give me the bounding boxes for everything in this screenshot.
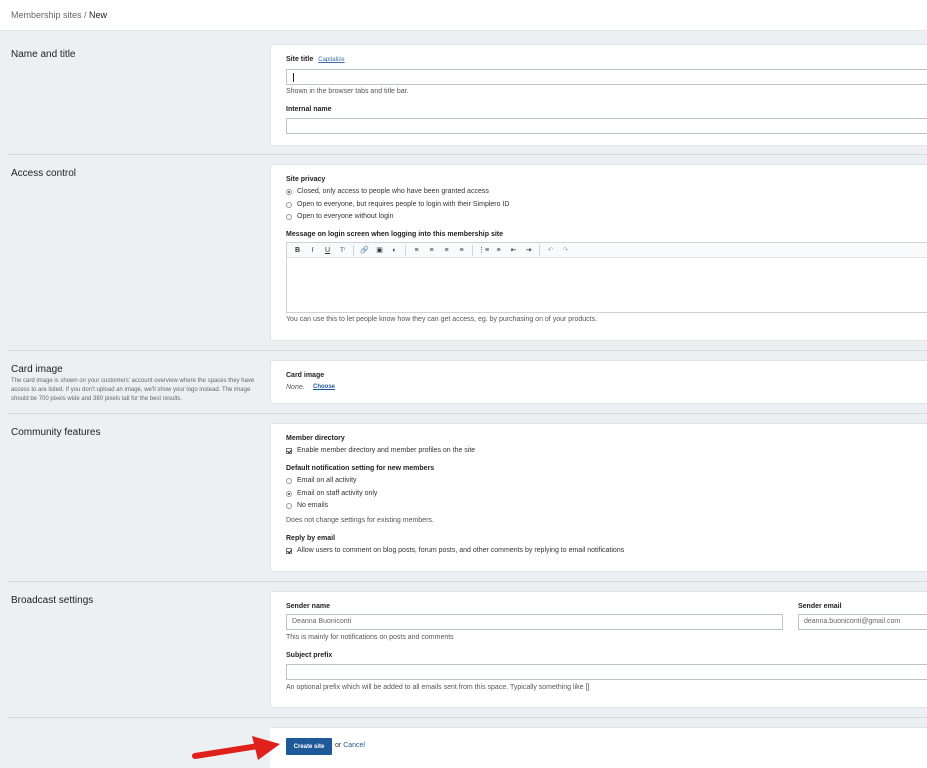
editor-hint: You can use this to let people know how … <box>286 316 598 323</box>
card-image-card: Card image None. Choose <box>270 360 927 404</box>
redo-icon[interactable]: ↷ <box>558 244 573 257</box>
outdent-icon[interactable]: ⇤ <box>506 244 521 257</box>
internal-name-input[interactable] <box>286 118 927 134</box>
text-size-icon[interactable]: Tⁱ <box>335 244 350 257</box>
image-icon[interactable]: ▣ <box>372 244 387 257</box>
name-title-card: Site title Capitalize Shown in the browse… <box>270 44 927 146</box>
align-left-icon[interactable]: ≡ <box>409 244 424 257</box>
align-justify-icon[interactable]: ≡ <box>454 244 469 257</box>
toolbar-divider <box>472 244 473 256</box>
undo-icon[interactable]: ↶ <box>543 244 558 257</box>
choose-image-link[interactable]: Choose <box>313 384 335 390</box>
color-icon[interactable]: ◐ <box>387 244 402 257</box>
sender-email-label: Sender email <box>798 603 842 610</box>
radio-icon[interactable] <box>286 477 292 484</box>
community-card: Member directory Enable member directory… <box>270 423 927 572</box>
member-directory-checkbox[interactable]: Enable member directory and member profi… <box>286 447 475 454</box>
section-title-access: Access control <box>11 168 77 179</box>
align-center-icon[interactable]: ≡ <box>424 244 439 257</box>
site-privacy-label: Site privacy <box>286 176 326 183</box>
radio-selected-icon[interactable] <box>286 188 292 195</box>
checkbox-checked-icon[interactable] <box>286 547 292 554</box>
site-title-label: Site title Capitalize <box>286 56 345 63</box>
section-title-broadcast: Broadcast settings <box>11 595 94 606</box>
internal-name-label: Internal name <box>286 106 332 113</box>
toolbar-divider <box>539 244 540 256</box>
underline-icon[interactable]: U <box>320 244 335 257</box>
notification-setting-label: Default notification setting for new mem… <box>286 465 435 472</box>
arrow-head <box>252 736 280 760</box>
toolbar-divider <box>405 244 406 256</box>
radio-icon[interactable] <box>286 213 292 220</box>
privacy-option-login[interactable]: Open to everyone, but requires people to… <box>286 201 509 208</box>
notif-option-all[interactable]: Email on all activity <box>286 477 357 484</box>
login-message-editor[interactable]: B I U Tⁱ 🔗 ▣ ◐ ≡ ≡ ≡ ≡ ⋮≡ ≡ ⇤ ⇥ ↶ ↷ <box>286 242 927 313</box>
create-site-button[interactable]: Create site <box>286 738 332 755</box>
section-title-community: Community features <box>11 427 101 438</box>
radio-icon[interactable] <box>286 502 292 509</box>
notif-option-none[interactable]: No emails <box>286 502 328 509</box>
subject-prefix-label: Subject prefix <box>286 652 333 659</box>
notification-hint: Does not change settings for existing me… <box>286 517 434 524</box>
section-divider <box>8 717 927 718</box>
italic-icon[interactable]: I <box>305 244 320 257</box>
or-cancel: or Cancel <box>335 742 365 749</box>
numbered-list-icon[interactable]: ≡ <box>491 244 506 257</box>
privacy-option-open[interactable]: Open to everyone without login <box>286 213 394 220</box>
section-divider <box>8 350 927 351</box>
arrow-shaft <box>192 743 261 759</box>
sender-name-label: Sender name <box>286 603 330 610</box>
link-icon[interactable]: 🔗 <box>357 244 372 257</box>
notif-option-staff[interactable]: Email on staff activity only <box>286 490 377 497</box>
breadcrumb: Membership sites / New <box>11 10 107 20</box>
align-right-icon[interactable]: ≡ <box>439 244 454 257</box>
section-title-card-image: Card image <box>11 364 63 375</box>
top-bar: Membership sites / New <box>0 0 927 31</box>
capitalize-link[interactable]: Capitalize <box>318 57 344 63</box>
access-control-card: Site privacy Closed, only access to peop… <box>270 164 927 341</box>
breadcrumb-parent-link[interactable]: Membership sites <box>11 10 82 20</box>
member-directory-label: Member directory <box>286 435 345 442</box>
radio-icon[interactable] <box>286 201 292 208</box>
site-title-hint: Shown in the browser tabs and title bar. <box>286 88 409 95</box>
login-message-label: Message on login screen when logging int… <box>286 231 504 238</box>
privacy-option-closed[interactable]: Closed, only access to people who have b… <box>286 188 489 195</box>
section-divider <box>8 154 927 155</box>
actions-card <box>270 727 927 768</box>
section-divider <box>8 581 927 582</box>
bulleted-list-icon[interactable]: ⋮≡ <box>476 244 491 257</box>
subject-prefix-input[interactable] <box>286 664 927 680</box>
cancel-link[interactable]: Cancel <box>343 742 365 749</box>
reply-by-email-checkbox[interactable]: Allow users to comment on blog posts, fo… <box>286 547 624 554</box>
sender-name-input[interactable]: Deanna Buoniconti <box>286 614 783 630</box>
bold-icon[interactable]: B <box>290 244 305 257</box>
breadcrumb-separator: / <box>81 10 90 20</box>
site-title-input[interactable] <box>286 69 927 85</box>
card-image-description: The card image is shown on your customer… <box>11 378 255 402</box>
subject-prefix-hint: An optional prefix which will be added t… <box>286 684 590 691</box>
checkbox-checked-icon[interactable] <box>286 447 292 454</box>
editor-toolbar: B I U Tⁱ 🔗 ▣ ◐ ≡ ≡ ≡ ≡ ⋮≡ ≡ ⇤ ⇥ ↶ ↷ <box>287 243 927 258</box>
text-caret <box>293 73 294 82</box>
reply-by-email-label: Reply by email <box>286 535 336 542</box>
broadcast-card: Sender name Deanna Buoniconti Sender ema… <box>270 591 927 708</box>
or-text: or <box>335 742 342 749</box>
breadcrumb-current: New <box>89 10 108 20</box>
indent-icon[interactable]: ⇥ <box>521 244 536 257</box>
section-divider <box>8 413 927 414</box>
card-image-label: Card image <box>286 372 325 379</box>
red-arrow-annotation <box>192 736 280 760</box>
section-title-name: Name and title <box>11 49 76 60</box>
toolbar-divider <box>353 244 354 256</box>
radio-selected-icon[interactable] <box>286 490 292 497</box>
sender-email-input[interactable]: deanna.buoniconti@gmail.com <box>798 614 927 630</box>
sender-hint: This is mainly for notifications on post… <box>286 634 454 641</box>
card-image-value: None. <box>286 384 305 391</box>
